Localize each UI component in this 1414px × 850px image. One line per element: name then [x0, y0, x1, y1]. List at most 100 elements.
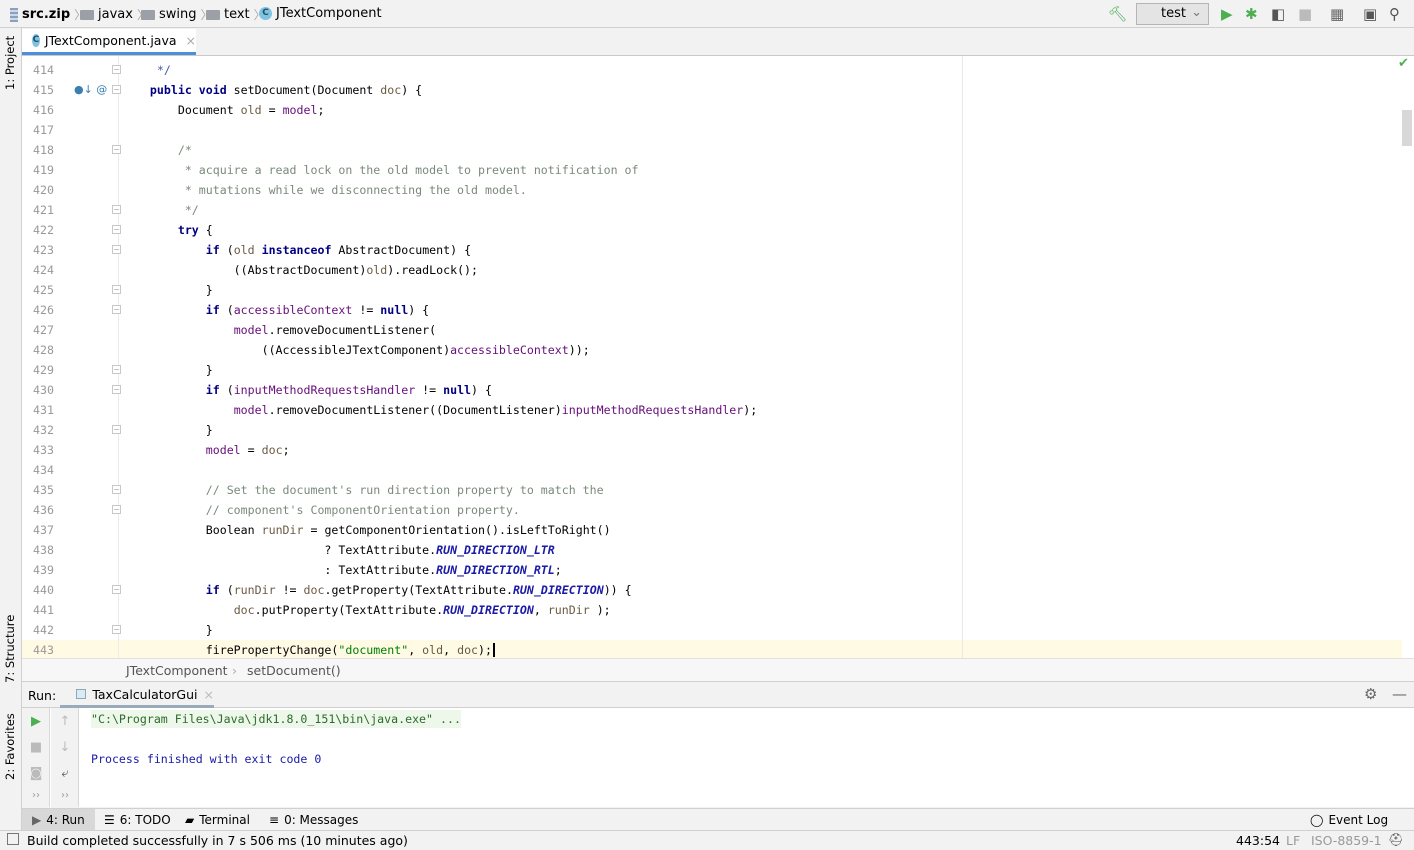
code-token: doc — [457, 643, 479, 657]
stop-icon[interactable]: ■ — [22, 740, 50, 755]
breadcrumb-javax[interactable]: javax〉 — [80, 6, 149, 23]
tool-tab-messages[interactable]: ≡ 0: Messages — [259, 809, 368, 831]
code-token: if — [205, 243, 220, 257]
breadcrumb-jtextcomponent[interactable]: C JTextComponent — [259, 6, 382, 21]
code-text: if (old instanceof AbstractDocument) { — [122, 243, 471, 257]
code-token: ; — [282, 443, 290, 457]
scrollbar-thumb[interactable] — [1402, 110, 1412, 146]
arrow-up-icon[interactable]: ↑ — [51, 714, 79, 729]
fold-marker-icon[interactable]: − — [112, 305, 121, 314]
fold-marker-icon[interactable]: − — [112, 485, 121, 494]
code-text: ((AccessibleJTextComponent)accessibleCon… — [122, 343, 590, 357]
coverage-icon[interactable]: ◧ — [1271, 5, 1285, 23]
fold-marker-icon[interactable]: − — [112, 425, 121, 434]
more-icon[interactable]: ›› — [51, 790, 79, 801]
arrow-down-icon[interactable]: ↓ — [51, 740, 79, 755]
search-icon[interactable]: ⚲ — [1389, 5, 1400, 23]
code-token: , — [443, 643, 458, 657]
line-separator[interactable]: LF — [1286, 833, 1300, 848]
status-message[interactable]: Build completed successfully in 7 s 506 … — [27, 833, 408, 848]
line-number: 433 — [33, 443, 54, 457]
fold-marker-icon[interactable]: − — [112, 625, 121, 634]
breadcrumb-swing[interactable]: swing〉 — [141, 6, 213, 23]
fold-marker-icon[interactable]: − — [112, 85, 121, 94]
close-icon[interactable]: × — [204, 687, 214, 702]
code-editor[interactable]: 414 − */ 415 − public void setDocument(Docu… — [22, 56, 1414, 658]
run-config-select[interactable]: test ⌄ — [1136, 3, 1209, 25]
code-token: inputMethodRequestsHandler — [233, 383, 416, 397]
code-line: 432 − } — [22, 420, 1402, 440]
breadcrumb-method[interactable]: setDocument() — [247, 663, 341, 678]
fold-marker-icon[interactable]: − — [112, 145, 121, 154]
code-line: 421 − */ — [22, 200, 1402, 220]
line-number: 421 — [33, 203, 54, 217]
fold-marker-icon[interactable]: − — [112, 385, 121, 394]
toggle-tool-windows-icon[interactable] — [7, 833, 19, 845]
tool-tab-terminal[interactable]: ▰ Terminal — [175, 809, 260, 831]
soft-wrap-icon[interactable]: ⤶ — [51, 766, 79, 781]
breadcrumb-text[interactable]: text〉 — [206, 6, 266, 23]
code-token: */ — [122, 203, 199, 217]
code-token: * mutations while we disconnecting the o… — [122, 183, 527, 197]
run-console[interactable]: ▶ ■ ◙ ›› ↑ ↓ ⤶ ›› "C:\Program Files\Java… — [22, 708, 1414, 807]
tab-label: Terminal — [199, 813, 250, 827]
line-number: 420 — [33, 183, 54, 197]
presentation-icon[interactable]: ▣ — [1363, 5, 1377, 23]
fold-marker-icon[interactable]: − — [112, 65, 121, 74]
fold-marker-icon[interactable]: − — [112, 245, 121, 254]
line-number: 436 — [33, 503, 54, 517]
tool-tab-run[interactable]: ▶ 4: Run — [22, 809, 95, 831]
run-tab-taxcalculatorgui[interactable]: TaxCalculatorGui × — [60, 683, 214, 708]
file-encoding[interactable]: ISO-8859-1 — [1311, 833, 1382, 848]
code-token: null — [380, 303, 409, 317]
code-token: != — [352, 303, 381, 317]
rerun-icon[interactable]: ▶ — [22, 714, 50, 729]
chevron-down-icon: ⌄ — [1191, 5, 1202, 20]
code-token: Document — [122, 103, 241, 117]
code-line: 423 − if (old instanceof AbstractDocument… — [22, 240, 1402, 260]
fold-marker-icon[interactable]: − — [112, 205, 121, 214]
stop-icon[interactable]: ■ — [1298, 5, 1312, 23]
fold-marker-icon[interactable]: − — [112, 365, 121, 374]
gear-icon[interactable]: ⚙ — [1364, 685, 1377, 703]
breadcrumb-class[interactable]: JTextComponent — [126, 663, 228, 678]
line-number: 443 — [33, 643, 54, 657]
event-log-button[interactable]: ◯ Event Log — [1300, 809, 1398, 831]
close-icon[interactable]: × — [186, 33, 196, 48]
implements-gutter-icon[interactable]: ●↓ @ — [74, 83, 107, 96]
fold-marker-icon[interactable]: − — [112, 225, 121, 234]
run-icon[interactable]: ▶ — [1221, 5, 1233, 23]
structure-tool-tab[interactable]: 7: Structure — [3, 615, 17, 683]
breadcrumb-src-zip[interactable]: src.zip〉 — [10, 6, 86, 23]
line-number: 427 — [33, 323, 54, 337]
debug-bug-icon[interactable]: ✱ — [1245, 5, 1258, 23]
tab-jtextcomponent-java[interactable]: C JTextComponent.java × — [22, 29, 196, 55]
folder-icon — [206, 9, 220, 20]
inspector-icon[interactable]: ⛑ — [1388, 832, 1404, 848]
code-token: AbstractDocument) { — [331, 243, 472, 257]
line-number: 439 — [33, 563, 54, 577]
tab-label: 6: TODO — [119, 813, 171, 827]
line-number: 431 — [33, 403, 54, 417]
code-token: doc — [380, 83, 402, 97]
project-structure-icon[interactable]: ▦ — [1330, 5, 1344, 23]
project-tool-tab[interactable]: 1: Project — [3, 36, 17, 90]
code-token: ; — [554, 563, 562, 577]
camera-icon[interactable]: ◙ — [22, 766, 50, 781]
code-token: // Set the document's run direction prop… — [122, 483, 604, 497]
minimize-icon[interactable]: — — [1392, 685, 1407, 703]
line-number: 418 — [33, 143, 54, 157]
build-hammer-icon[interactable]: 🔨︎ — [1108, 5, 1127, 23]
fold-marker-icon[interactable]: − — [112, 585, 121, 594]
code-text: model = doc; — [122, 443, 290, 457]
line-number: 426 — [33, 303, 54, 317]
code-token: ) { — [471, 383, 492, 397]
more-icon[interactable]: ›› — [22, 790, 50, 801]
caret-position[interactable]: 443:54 — [1236, 833, 1280, 848]
favorites-tool-tab[interactable]: 2: Favorites — [3, 713, 17, 780]
tool-tab-todo[interactable]: ☰ 6: TODO — [94, 809, 181, 831]
code-token: )); — [568, 343, 590, 357]
fold-marker-icon[interactable]: − — [112, 505, 121, 514]
fold-marker-icon[interactable]: − — [112, 285, 121, 294]
